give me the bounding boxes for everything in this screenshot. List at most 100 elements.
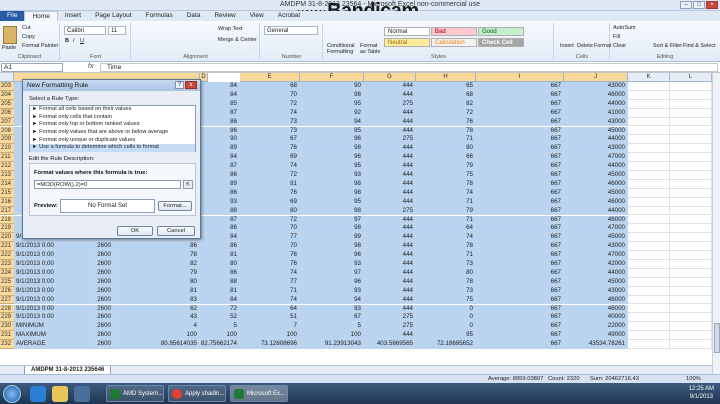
cell[interactable]: 43000 [564,82,628,91]
scrollbar-thumb[interactable] [714,323,720,353]
name-box[interactable]: A1 [1,63,63,72]
cell[interactable] [628,179,670,189]
cell[interactable]: 43000 [564,144,628,154]
cell[interactable]: 444 [364,268,416,278]
cell[interactable]: 2600 [94,268,114,278]
cell[interactable]: 88 [200,206,240,216]
rule-type-item-formula[interactable]: ► Use a formula to determine which cells… [30,144,195,153]
cell[interactable] [628,153,670,163]
cell[interactable]: 82.75662174 [200,340,240,349]
cut-button[interactable]: Cut [22,25,31,31]
table-row[interactable]: 227 9/1/2013 0:00 2600 83 84 74 94 444 75 667 4600… [0,295,712,305]
cell[interactable]: 667 [476,331,564,341]
cell[interactable]: 76 [240,260,300,269]
cell[interactable] [670,331,712,341]
cell[interactable] [670,242,712,252]
cell[interactable]: 74 [240,295,300,305]
cell[interactable]: 68 [240,82,300,91]
cell[interactable]: 444 [364,171,416,180]
ie-icon[interactable] [30,386,46,402]
dialog-close-button[interactable]: x [185,81,197,89]
cell[interactable]: 444 [364,215,416,225]
row-header[interactable]: 232 [0,340,14,349]
rule-type-list[interactable]: ► Format all cells based on their values… [29,105,196,153]
cell[interactable] [628,233,670,243]
column-header-l[interactable]: L [670,73,712,82]
cell[interactable] [628,313,670,323]
find-select-button[interactable]: Find & Select [683,43,716,49]
cell[interactable]: 98 [300,224,364,234]
cell[interactable]: 81 [200,251,240,260]
formula-input-field[interactable]: =MOD(ROW(),2)=0 [34,180,181,189]
sort-filter-button[interactable]: Sort & Filter [653,43,682,49]
cell[interactable] [628,304,670,314]
cell[interactable]: 100 [300,331,364,341]
format-button[interactable]: Format [594,43,611,49]
cell[interactable]: 275 [364,322,416,332]
cell[interactable] [670,117,712,127]
cell[interactable]: 73 [416,286,476,296]
cell[interactable]: 98 [300,179,364,189]
cell[interactable]: 667 [476,108,564,118]
cell[interactable]: 444 [364,162,416,171]
cell[interactable]: 43000 [564,117,628,127]
cell[interactable]: 46000 [564,304,628,314]
row-header[interactable]: 229 [0,313,14,323]
underline-button[interactable]: U [80,38,84,44]
autosum-button[interactable]: AutoSum [613,25,636,31]
cell[interactable]: 93 [300,171,364,180]
cell[interactable]: 52 [200,313,240,323]
column-header-k[interactable]: K [628,73,670,82]
cell[interactable] [628,224,670,234]
cell[interactable]: 79 [416,162,476,171]
cell[interactable]: 275 [364,313,416,323]
cell[interactable] [628,171,670,180]
cell[interactable] [628,286,670,296]
cell[interactable]: 71 [240,286,300,296]
cell[interactable] [628,135,670,145]
cell[interactable]: 444 [364,117,416,127]
cell[interactable]: 72 [200,304,240,314]
cell[interactable]: 667 [476,126,564,136]
cell[interactable] [670,197,712,207]
tab-acrobat[interactable]: Acrobat [271,11,307,21]
cell[interactable]: 86 [200,242,240,252]
cell[interactable] [670,322,712,332]
table-row[interactable]: 221 9/1/2013 0:00 2600 86 86 70 98 444 78 667 4300… [0,242,712,252]
tab-view[interactable]: View [243,11,271,21]
cell[interactable] [628,277,670,287]
cell[interactable]: 9/1/2013 0:00 [14,251,94,260]
cell[interactable]: 2600 [94,322,114,332]
cell[interactable]: 91.23913043 [300,340,364,349]
cell[interactable]: 62 [114,304,200,314]
format-painter-button[interactable]: Format Painter [22,43,58,49]
cell[interactable]: 97 [300,215,364,225]
table-row[interactable]: 228 9/1/2013 0:00 2600 62 72 64 93 444 0 667 46000 [0,304,712,314]
cell[interactable]: 90 [200,135,240,145]
cell[interactable]: 444 [364,260,416,269]
cell[interactable]: 444 [364,153,416,163]
cell[interactable] [628,295,670,305]
table-row[interactable]: 222 9/1/2013 0:00 2600 78 81 76 96 444 71 667 4700… [0,251,712,260]
cell[interactable]: 96 [300,251,364,260]
tab-page-layout[interactable]: Page Layout [88,11,139,21]
cell[interactable]: 80.95614035 [114,340,200,349]
cell[interactable]: 444 [364,286,416,296]
paste-icon[interactable] [3,26,17,44]
cell[interactable]: 96 [300,153,364,163]
cell[interactable]: 76 [416,117,476,127]
cell[interactable]: 72 [240,215,300,225]
cell[interactable]: 0 [416,304,476,314]
cell[interactable] [628,108,670,118]
cell[interactable]: 74 [240,108,300,118]
cell[interactable]: 72 [240,99,300,109]
clock[interactable]: 12:25 AM 9/1/2013 [689,385,714,401]
cell[interactable]: 43000 [564,286,628,296]
cell[interactable]: 96 [300,277,364,287]
cell[interactable]: 47000 [564,251,628,260]
cell[interactable] [670,268,712,278]
cell[interactable]: 72 [416,108,476,118]
cell[interactable] [628,260,670,269]
wrap-text-button[interactable]: Wrap Text [218,26,243,32]
style-normal[interactable]: Normal [384,27,430,36]
